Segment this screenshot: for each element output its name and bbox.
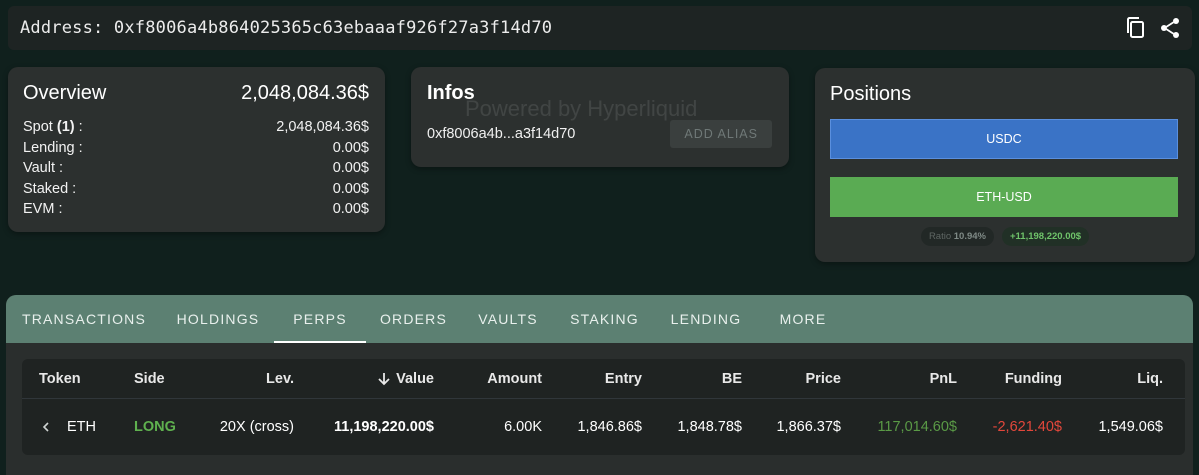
column-header-lev[interactable]: Lev.: [266, 359, 294, 398]
overview-card: Overview 2,048,084.36$ Spot (1) : 2,048,…: [8, 67, 385, 232]
tab-vaults[interactable]: VAULTS: [461, 295, 555, 343]
column-header-funding[interactable]: Funding: [1005, 359, 1062, 398]
overview-row-spot: Spot (1) : 2,048,084.36$: [23, 117, 369, 138]
infos-card: Infos 0xf8006a4b...a3f14d70 ADD ALIAS: [411, 67, 789, 167]
tab-perps[interactable]: PERPS: [274, 295, 366, 343]
copy-icon[interactable]: [1124, 15, 1148, 41]
tab-bar: TRANSACTIONS HOLDINGS PERPS ORDERS VAULT…: [6, 295, 1193, 343]
table-header: Token Side Lev. Value Amount Entry BE Pr…: [22, 359, 1185, 399]
overview-row-value: 0.00$: [332, 201, 369, 218]
column-header-side[interactable]: Side: [134, 359, 165, 398]
overview-row-staked: Staked : 0.00$: [23, 179, 369, 200]
column-header-entry[interactable]: Entry: [605, 359, 642, 398]
overview-title: Overview: [23, 81, 107, 104]
address-value: 0xf8006a4b864025365c63ebaaaf926f27a3f14d…: [113, 18, 553, 38]
sort-arrow-down-icon: [378, 372, 390, 385]
ratio-value: 10.94%: [953, 231, 986, 242]
address-bar: Address: 0xf8006a4b864025365c63ebaaaf926…: [8, 6, 1192, 50]
tab-transactions[interactable]: TRANSACTIONS: [6, 295, 162, 343]
add-alias-button[interactable]: ADD ALIAS: [670, 120, 772, 148]
ratio-badge: Ratio 10.94%: [920, 227, 994, 246]
cell-pnl: 117,014.60$: [877, 419, 957, 435]
positions-card: Positions USDC ETH-USD Ratio 10.94% +11,…: [815, 68, 1195, 262]
tabs-panel: TRANSACTIONS HOLDINGS PERPS ORDERS VAULT…: [6, 295, 1193, 475]
share-icon[interactable]: [1158, 15, 1182, 41]
column-header-amount[interactable]: Amount: [487, 359, 542, 398]
overview-row-lending: Lending : 0.00$: [23, 138, 369, 159]
overview-row-value: 0.00$: [332, 160, 369, 177]
cell-funding: -2,621.40$: [992, 419, 1062, 435]
infos-title: Infos: [427, 82, 475, 104]
table-row[interactable]: ETH LONG 20X (cross) 11,198,220.00$ 6.00…: [22, 399, 1185, 455]
ratio-label: Ratio: [928, 231, 952, 242]
address-label: Address:: [20, 18, 104, 38]
cell-amount: 6.00K: [504, 419, 542, 435]
column-header-pnl[interactable]: PnL: [930, 359, 957, 398]
short-address: 0xf8006a4b...a3f14d70: [427, 126, 576, 142]
column-header-token[interactable]: Token: [39, 359, 81, 398]
column-header-liq[interactable]: Liq.: [1137, 359, 1163, 398]
expand-chevron-icon[interactable]: [42, 399, 50, 455]
overview-row-suffix: :: [74, 119, 83, 136]
overview-row-label: Spot: [23, 119, 53, 136]
overview-row-value: 0.00$: [332, 139, 369, 156]
overview-row-label: Vault :: [23, 160, 64, 177]
position-bar-eth-usd[interactable]: ETH-USD: [830, 177, 1178, 217]
column-header-value-label: Value: [396, 370, 434, 387]
tab-orders[interactable]: ORDERS: [366, 295, 461, 343]
tab-lending[interactable]: LENDING: [654, 295, 758, 343]
address-text: Address: 0xf8006a4b864025365c63ebaaaf926…: [20, 18, 552, 38]
cell-lev: 20X (cross): [219, 419, 294, 435]
position-bar-usdc[interactable]: USDC: [830, 119, 1178, 159]
overview-row-label: Staked :: [23, 180, 77, 197]
overview-row-vault: Vault : 0.00$: [23, 158, 369, 179]
column-header-value[interactable]: Value: [377, 359, 434, 398]
overview-row-value: 2,048,084.36$: [276, 119, 369, 136]
tab-staking[interactable]: STAKING: [555, 295, 654, 343]
cell-price: 1,866.37$: [776, 419, 841, 435]
positions-title: Positions: [830, 83, 912, 105]
cell-value: 11,198,220.00$: [334, 419, 434, 435]
cell-liq: 1,549.06$: [1098, 419, 1163, 435]
spot-count: (1): [56, 119, 75, 136]
overview-row-label: EVM :: [23, 201, 63, 218]
overview-row-label: Lending :: [23, 139, 83, 156]
overview-row-value: 0.00$: [332, 180, 369, 197]
tab-holdings[interactable]: HOLDINGS: [162, 295, 274, 343]
cell-side: LONG: [134, 419, 176, 435]
overview-total: 2,048,084.36$: [241, 81, 369, 104]
pnl-badge: +11,198,220.00$: [1002, 227, 1090, 246]
overview-row-evm: EVM : 0.00$: [23, 199, 369, 220]
tab-more[interactable]: MORE: [758, 295, 848, 343]
column-header-be[interactable]: BE: [722, 359, 742, 398]
cell-be: 1,848.78$: [677, 419, 742, 435]
cell-token: ETH: [67, 419, 96, 435]
column-header-price[interactable]: Price: [806, 359, 841, 398]
cell-entry: 1,846.86$: [577, 419, 642, 435]
perps-table: Token Side Lev. Value Amount Entry BE Pr…: [22, 359, 1185, 455]
